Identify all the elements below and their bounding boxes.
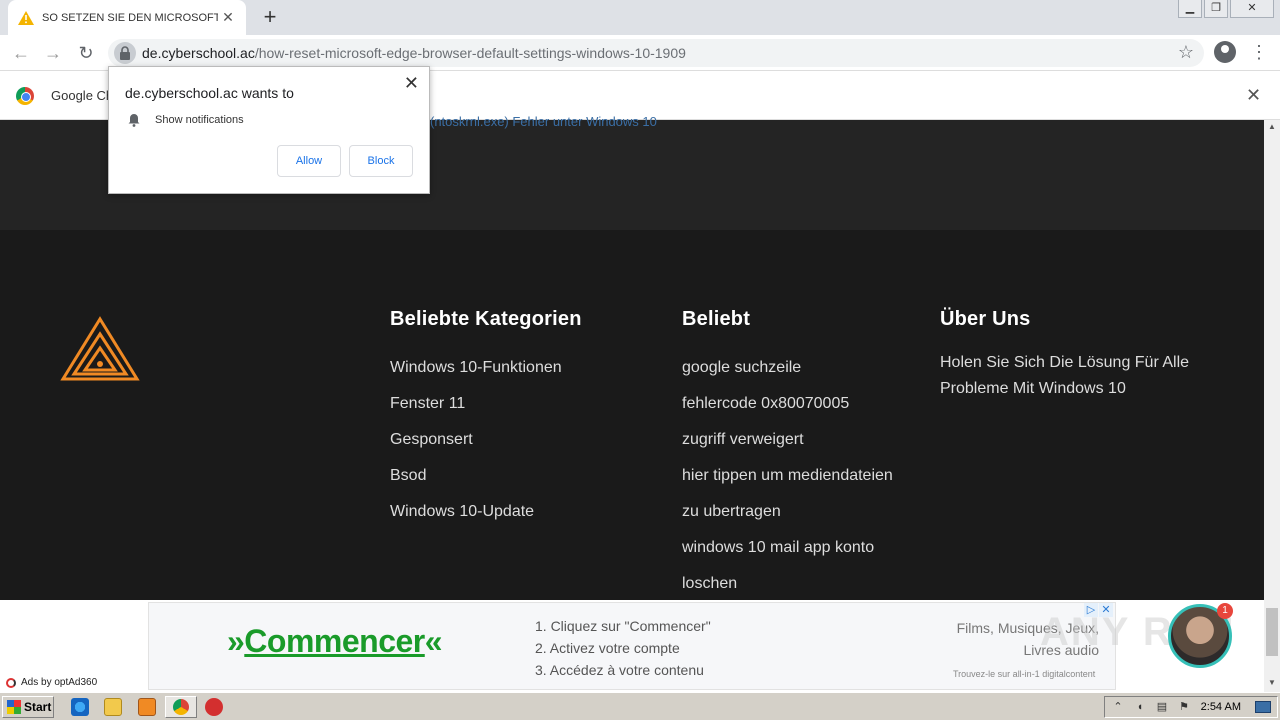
popular-link[interactable]: fehlercode 0x80070005 <box>682 386 893 422</box>
footer-about: Über Uns Holen Sie Sich Die Lösung Für A… <box>940 308 1210 402</box>
restore-button[interactable]: ❐ <box>1204 0 1228 18</box>
ad-banner: Ads by optAd360 »Commencer« 1. Cliquez s… <box>0 600 1264 692</box>
ad-steps: 1. Cliquez sur "Commencer" 2. Activez vo… <box>535 615 711 681</box>
ad-cta-left: » <box>227 623 245 659</box>
account-icon[interactable] <box>1214 41 1236 63</box>
optad-logo-icon <box>6 677 16 688</box>
article-link[interactable]: (ntoskrnl.exe) Fehler unter Windows 10 <box>430 114 657 129</box>
popular-link[interactable]: loschen <box>682 566 893 602</box>
window-close-button[interactable]: ✕ <box>1230 0 1274 18</box>
tab-close-icon[interactable]: ✕ <box>220 9 236 25</box>
footer-categories: Beliebte Kategorien Windows 10-Funktione… <box>390 308 582 530</box>
show-desktop-icon[interactable] <box>1255 701 1271 713</box>
start-button[interactable]: Start <box>2 696 54 718</box>
ad-attribution[interactable]: Ads by optAd360 <box>6 677 97 688</box>
site-logo[interactable] <box>60 316 140 387</box>
ad-cta-button[interactable]: »Commencer« <box>227 623 443 660</box>
bell-icon <box>127 113 141 127</box>
popular-heading: Beliebt <box>682 308 751 330</box>
popular-link[interactable]: zugriff verweigert <box>682 422 893 458</box>
address-bar[interactable]: de.cyberschool.ac/how-reset-microsoft-ed… <box>108 39 1204 67</box>
ad-cta-right: « <box>424 623 443 659</box>
media-player-icon[interactable] <box>138 698 156 716</box>
site-footer: Beliebte Kategorien Windows 10-Funktione… <box>0 230 1264 600</box>
scroll-up-icon[interactable]: ▲ <box>1264 122 1280 134</box>
chrome-taskbar-button[interactable] <box>165 696 197 718</box>
popular-link[interactable]: google suchzeile <box>682 350 893 386</box>
browser-tab[interactable]: SO SETZEN SIE DEN MICROSOFT ED ✕ <box>8 0 246 35</box>
network-icon[interactable]: ▤ <box>1155 700 1169 714</box>
categories-heading: Beliebte Kategorien <box>390 308 582 330</box>
chrome-icon <box>173 699 189 715</box>
windows-logo-icon <box>7 700 21 714</box>
bookmark-star-icon[interactable]: ☆ <box>1178 42 1194 63</box>
start-label: Start <box>24 700 52 714</box>
ad-step: 3. Accédez à votre contenu <box>535 662 704 678</box>
volume-icon[interactable]: ◖ <box>1133 700 1147 714</box>
ad-cta-text: Commencer <box>244 623 425 659</box>
url-text: de.cyberschool.ac/how-reset-microsoft-ed… <box>142 45 686 61</box>
chrome-logo-icon <box>16 87 34 105</box>
ad-small-print: Trouvez-le sur all-in-1 digitalcontent <box>953 669 1096 679</box>
url-host: de.cyberschool.ac <box>142 45 255 61</box>
ad-step: 2. Activez votre compte <box>535 640 680 656</box>
back-button[interactable]: ← <box>8 40 34 66</box>
about-heading: Über Uns <box>940 308 1031 330</box>
tab-strip: SO SETZEN SIE DEN MICROSOFT ED ✕ + ▁ ❐ ✕ <box>0 0 1280 35</box>
category-link[interactable]: Bsod <box>390 458 582 494</box>
dialog-close-icon[interactable]: ✕ <box>404 73 419 94</box>
category-link[interactable]: Fenster 11 <box>390 386 582 422</box>
ie-icon[interactable] <box>71 698 89 716</box>
info-bar-text: Google Ch <box>51 88 114 103</box>
tray-expand-icon[interactable]: ⌃ <box>1111 700 1125 714</box>
ad-creative[interactable]: »Commencer« 1. Cliquez sur "Commencer" 2… <box>148 602 1116 690</box>
notification-permission-dialog: de.cyberschool.ac wants to ✕ Show notifi… <box>108 66 430 194</box>
block-button[interactable]: Block <box>349 145 413 177</box>
url-path: /how-reset-microsoft-edge-browser-defaul… <box>254 45 686 61</box>
warning-icon <box>18 10 34 25</box>
category-link[interactable]: Gesponsert <box>390 422 582 458</box>
popular-link[interactable]: windows 10 mail app konto <box>682 530 893 566</box>
lock-icon[interactable] <box>114 42 136 64</box>
new-tab-button[interactable]: + <box>258 5 282 29</box>
scroll-down-icon[interactable]: ▼ <box>1264 678 1280 690</box>
permission-text: Show notifications <box>155 114 244 126</box>
footer-popular: Beliebt google suchzeile fehlercode 0x80… <box>682 308 893 602</box>
info-bar-close-icon[interactable]: ✕ <box>1246 85 1261 106</box>
action-center-icon[interactable]: ⚑ <box>1177 700 1191 714</box>
windows-taskbar: Start ⌃ ◖ ▤ ⚑ 2:54 AM <box>0 692 1280 720</box>
system-tray: ⌃ ◖ ▤ ⚑ 2:54 AM <box>1104 696 1278 718</box>
ad-attribution-text: Ads by optAd360 <box>21 677 98 688</box>
category-link[interactable]: Windows 10-Update <box>390 494 582 530</box>
dialog-title: de.cyberschool.ac wants to <box>125 85 294 101</box>
reload-button[interactable]: ↻ <box>73 40 99 66</box>
menu-icon[interactable]: ⋮ <box>1250 39 1268 65</box>
forward-button[interactable]: → <box>40 40 66 66</box>
page-scrollbar[interactable]: ▲ ▼ <box>1264 120 1280 692</box>
window-controls: ▁ ❐ ✕ <box>1176 0 1274 18</box>
popular-link[interactable]: hier tippen um mediendateien <box>682 458 893 494</box>
about-text: Holen Sie Sich Die Lösung Für Alle Probl… <box>940 354 1190 397</box>
popular-link[interactable]: zu ubertragen <box>682 494 893 530</box>
notification-badge: 1 <box>1217 603 1233 619</box>
opera-icon[interactable] <box>205 698 223 716</box>
allow-button[interactable]: Allow <box>277 145 341 177</box>
scroll-thumb[interactable] <box>1266 608 1278 656</box>
minimize-button[interactable]: ▁ <box>1178 0 1202 18</box>
tab-title: SO SETZEN SIE DEN MICROSOFT ED <box>42 11 218 24</box>
category-link[interactable]: Windows 10-Funktionen <box>390 350 582 386</box>
folder-icon[interactable] <box>104 698 122 716</box>
ad-step: 1. Cliquez sur "Commencer" <box>535 618 711 634</box>
clock[interactable]: 2:54 AM <box>1201 701 1241 713</box>
